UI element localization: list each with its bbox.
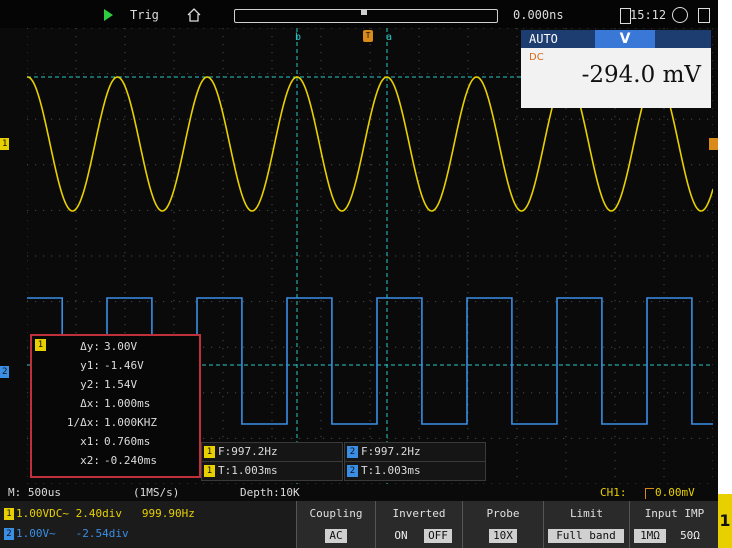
sample-rate: (1MS/s): [133, 486, 180, 499]
ch2-settings[interactable]: 2 1.00V~ -2.54div: [4, 527, 129, 541]
cursor-b-label[interactable]: b: [295, 32, 301, 43]
memory-depth[interactable]: Depth:10K: [240, 486, 300, 499]
active-channel-tab[interactable]: 1: [718, 494, 732, 548]
timebase-offset: 0.000ns: [513, 8, 564, 22]
cursor-measurement-panel: 1 Δy: 3.00V y1: -1.46V y2: 1.54V Δx: 1.000ms…: [30, 334, 201, 478]
menu-limit-title: Limit: [569, 507, 604, 520]
clock: 15:12: [630, 8, 667, 22]
voltmeter-reading: -294.0 mV: [581, 62, 701, 88]
rising-edge-icon: [645, 488, 654, 499]
voltmeter-header: AUTO V: [521, 30, 711, 48]
menu-limit[interactable]: Limit Full band: [543, 501, 629, 548]
voltmeter-unit: V: [595, 30, 655, 48]
menu-inverted-title: Inverted: [392, 507, 446, 520]
ch1-settings[interactable]: 1 1.00VDC~ 2.40div 999.90Hz: [4, 507, 195, 521]
trigger-level-marker[interactable]: [709, 138, 718, 150]
voltmeter-panel: AUTO V DC -294.0 mV: [521, 30, 711, 108]
menu-probe-title: Probe: [486, 507, 520, 520]
view-position-marker: [361, 9, 367, 15]
trigger-label[interactable]: Trig: [130, 8, 159, 22]
wifi-icon: [672, 7, 688, 23]
usb-icon: [698, 8, 710, 23]
menu-probe[interactable]: Probe 10X: [462, 501, 543, 548]
ch1-frequency-measure: 1 F:997.2Hz: [201, 442, 343, 462]
ch1-offset-marker[interactable]: 1: [0, 138, 10, 150]
top-status-bar: Trig 0.000ns 15:12: [0, 0, 718, 28]
memory-position-bar[interactable]: [234, 9, 498, 23]
cursor-channel-badge: 1: [35, 339, 46, 351]
trigger-position-marker[interactable]: T: [363, 30, 373, 42]
ch2-offset-marker[interactable]: 2: [0, 366, 10, 378]
menu-input-imp-title: Input IMP: [644, 507, 705, 520]
inverted-on[interactable]: ON: [388, 529, 414, 543]
menu-inverted[interactable]: Inverted ON OFF: [375, 501, 462, 548]
ch1-period-measure: 1 T:1.003ms: [201, 461, 343, 481]
ch2-frequency-measure: 2 F:997.2Hz: [344, 442, 486, 462]
limit-value[interactable]: Full band: [548, 529, 624, 543]
menu-coupling-title: Coupling: [309, 507, 363, 520]
home-icon[interactable]: [187, 8, 201, 22]
trigger-level[interactable]: 0.00mV: [655, 486, 695, 499]
oscilloscope-screen: Trig 0.000ns 15:12 b a T 1 2 AUTO V DC -…: [0, 0, 718, 548]
imp-50ohm[interactable]: 50Ω: [674, 529, 706, 543]
run-state-icon[interactable]: [104, 9, 113, 21]
inverted-off[interactable]: OFF: [424, 529, 452, 543]
imp-1mohm[interactable]: 1MΩ: [634, 529, 666, 543]
menu-input-imp[interactable]: Input IMP 1MΩ 50Ω: [629, 501, 718, 548]
voltmeter-mode: AUTO: [529, 32, 558, 46]
cursor-a-label[interactable]: a: [386, 32, 392, 43]
menu-coupling[interactable]: Coupling AC: [296, 501, 375, 548]
probe-value[interactable]: 10X: [489, 529, 517, 543]
timebase[interactable]: M: 500us: [8, 486, 61, 499]
trigger-source[interactable]: CH1:: [600, 486, 627, 499]
voltmeter-coupling: DC: [529, 52, 544, 63]
ch2-period-measure: 2 T:1.003ms: [344, 461, 486, 481]
acquisition-status-bar: M: 500us (1MS/s) Depth:10K CH1: 0.00mV: [0, 486, 718, 500]
coupling-value[interactable]: AC: [325, 529, 347, 543]
